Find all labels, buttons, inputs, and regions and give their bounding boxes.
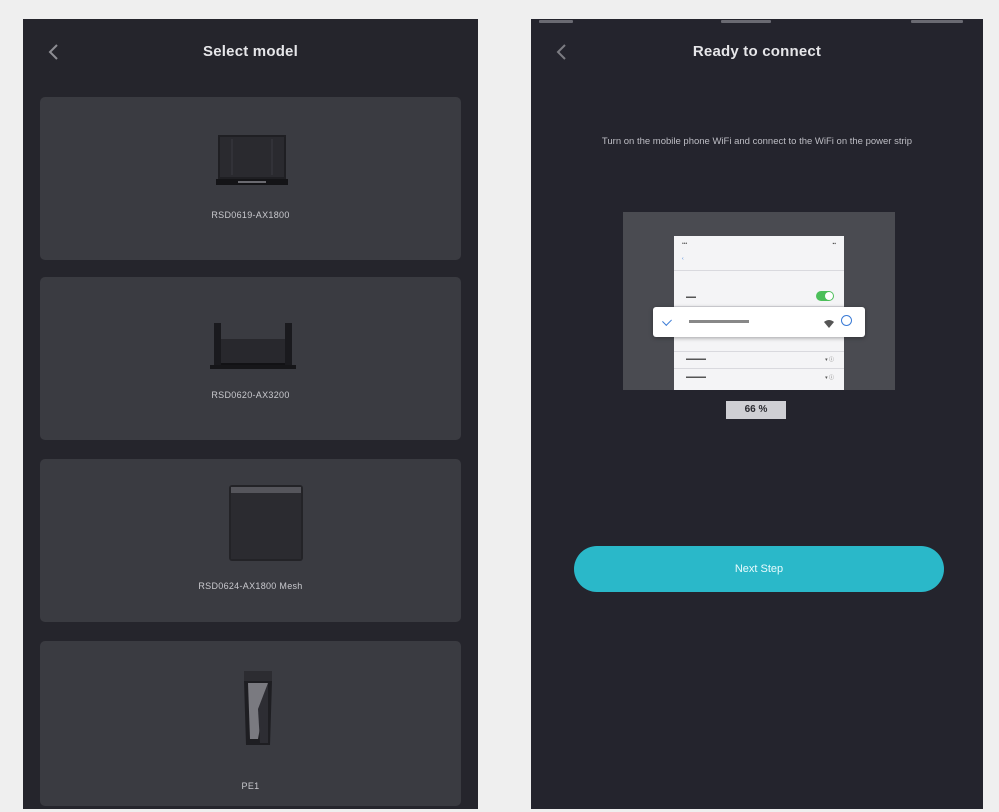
tower-device-icon [238,669,278,749]
progress-percent: 66 % [726,401,786,419]
info-icon [841,315,852,326]
instruction-text: Turn on the mobile phone WiFi and connec… [601,136,913,147]
next-step-button[interactable]: Next Step [574,546,944,592]
model-label: PE1 [241,781,260,791]
model-card-rsd0624[interactable]: RSD0624-AX1800 Mesh [40,459,461,622]
wifi-toggle-icon [816,291,834,301]
network-name-placeholder [689,320,749,323]
router-flat-icon [212,133,292,191]
wifi-signal-icon [823,316,835,334]
selected-network-row [653,307,865,337]
router-antenna-icon [208,317,298,373]
checkmark-icon [662,316,672,326]
mesh-node-icon [227,483,305,563]
model-card-rsd0619[interactable]: RSD0619-AX1800 [40,97,461,260]
model-card-pe1[interactable]: PE1 [40,641,461,806]
top-bar: Select model [23,19,478,85]
model-label: RSD0619-AX1800 [211,210,290,220]
select-model-screen: Select model RSD0619-AX1800 RSD0620-AX32… [23,19,478,809]
ready-to-connect-screen: Ready to connect Turn on the mobile phon… [531,19,983,809]
top-bar: Ready to connect [531,19,983,85]
model-card-rsd0620[interactable]: RSD0620-AX3200 [40,277,461,440]
model-label: RSD0624-AX1800 Mesh [198,581,303,591]
page-title: Select model [203,43,298,60]
page-title: Ready to connect [692,43,822,60]
model-label: RSD0620-AX3200 [211,390,290,400]
